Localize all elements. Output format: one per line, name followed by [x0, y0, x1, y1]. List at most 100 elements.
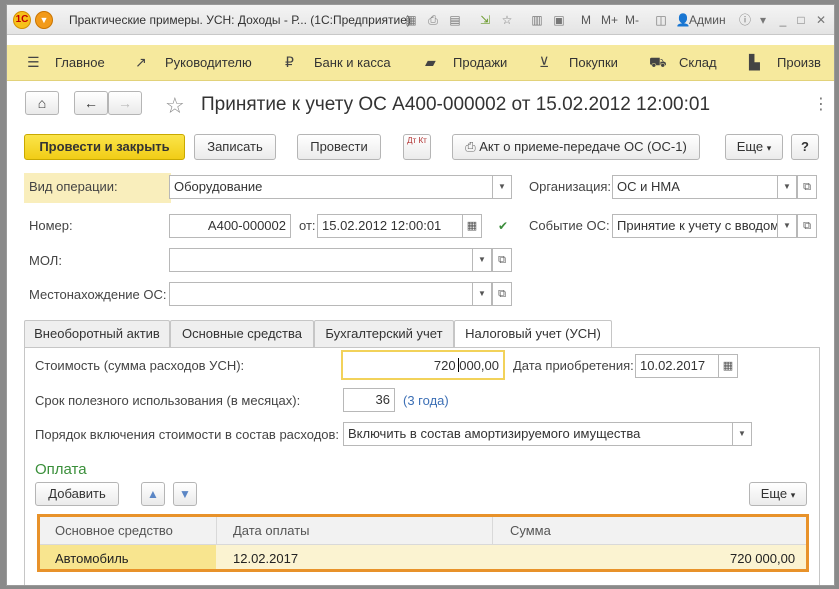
- link-icon[interactable]: ⇲: [477, 12, 493, 28]
- organization-open[interactable]: ⧉: [797, 175, 817, 199]
- mol-field[interactable]: [169, 248, 473, 272]
- section-purchases[interactable]: Покупки: [569, 55, 618, 70]
- print-icon[interactable]: ⎙: [425, 12, 441, 28]
- window-title: Практические примеры. УСН: Доходы - Р...…: [69, 13, 411, 27]
- star-icon[interactable]: ☆: [165, 93, 185, 119]
- grid-icon[interactable]: ▦: [403, 12, 419, 28]
- bag-icon: ▰: [425, 54, 436, 70]
- cell-date[interactable]: 12.02.2017: [233, 551, 298, 566]
- location-dropdown[interactable]: ▼: [472, 282, 492, 306]
- arrow-down-icon: ▼: [179, 487, 191, 501]
- act-print-button[interactable]: ⎙ Акт о приеме-передаче ОС (ОС-1): [452, 134, 700, 160]
- home-button[interactable]: ⌂: [25, 91, 59, 115]
- help-button[interactable]: ?: [791, 134, 819, 160]
- doc-icon[interactable]: ▤: [447, 12, 463, 28]
- calendar-icon: ▦: [466, 220, 478, 232]
- acquisition-date-label: Дата приобретения:: [513, 358, 634, 373]
- organization-field[interactable]: ОС и НМА: [612, 175, 778, 199]
- arrow-left-icon: ←: [84, 95, 98, 111]
- acquisition-calendar-button[interactable]: ▦: [718, 354, 738, 378]
- section-sales[interactable]: Продажи: [453, 55, 507, 70]
- more-vertical-icon[interactable]: ⋮: [813, 94, 829, 114]
- organization-dropdown[interactable]: ▼: [777, 175, 797, 199]
- arrow-right-icon: →: [118, 95, 132, 111]
- column-header-asset[interactable]: Основное средство: [55, 523, 173, 538]
- move-up-button[interactable]: ▲: [141, 482, 165, 506]
- section-production[interactable]: Произв: [777, 55, 821, 70]
- cell-asset[interactable]: Автомобиль: [55, 551, 129, 566]
- chevron-down-icon: ▼: [783, 182, 791, 191]
- chevron-down-icon: ▼: [478, 289, 486, 298]
- number-field[interactable]: А400-000002: [169, 214, 291, 238]
- memory-m[interactable]: M: [581, 13, 591, 27]
- operation-dropdown[interactable]: ▼: [492, 175, 512, 199]
- section-bank[interactable]: Банк и касса: [314, 55, 391, 70]
- location-open[interactable]: ⧉: [492, 282, 512, 306]
- chevron-down-icon: ▼: [783, 221, 791, 230]
- cart-icon: ⊻: [539, 54, 550, 70]
- calendar-icon[interactable]: ▥: [529, 12, 545, 28]
- event-field[interactable]: Принятие к учету с вводом: [612, 214, 778, 238]
- cost-field[interactable]: 720 000,00: [341, 350, 505, 380]
- open-window-icon: ⧉: [803, 181, 811, 193]
- organization-label: Организация:: [529, 179, 612, 194]
- column-separator: [492, 517, 493, 545]
- chevron-down-icon[interactable]: ▾: [755, 12, 771, 28]
- open-window-icon: ⧉: [803, 220, 811, 232]
- mol-open[interactable]: ⧉: [492, 248, 512, 272]
- chevron-down-icon: ▼: [478, 255, 486, 264]
- info-icon[interactable]: ⓘ: [737, 12, 753, 28]
- maximize-icon[interactable]: □: [793, 12, 809, 28]
- favorite-icon[interactable]: ☆: [499, 12, 515, 28]
- expense-order-label: Порядок включения стоимости в состав рас…: [35, 427, 340, 442]
- memory-m-plus[interactable]: M+: [601, 13, 618, 27]
- column-header-date[interactable]: Дата оплаты: [233, 523, 310, 538]
- add-button[interactable]: Добавить: [35, 482, 119, 506]
- save-button[interactable]: Записать: [194, 134, 276, 160]
- dt-kt-button[interactable]: Дт Кт: [403, 134, 431, 160]
- title-bar: 1С ▼ Практические примеры. УСН: Доходы -…: [7, 5, 834, 35]
- column-header-sum[interactable]: Сумма: [510, 523, 551, 538]
- payment-table: Основное средство Дата оплаты Сумма Авто…: [37, 514, 809, 572]
- useful-life-field[interactable]: 36: [343, 388, 395, 412]
- location-field[interactable]: [169, 282, 473, 306]
- sections-bar: ☰ Главное ↗ Руководителю ₽ Банк и касса …: [7, 45, 834, 81]
- section-main[interactable]: Главное: [55, 55, 105, 70]
- operation-field[interactable]: Оборудование: [169, 175, 493, 199]
- close-icon[interactable]: ✕: [813, 12, 829, 28]
- tab-tax-usn[interactable]: Налоговый учет (УСН): [454, 320, 612, 349]
- minimize-icon[interactable]: _: [775, 12, 791, 28]
- 1c-logo-icon[interactable]: 1С: [13, 11, 31, 29]
- main-menu-icon[interactable]: ▼: [35, 11, 53, 29]
- forward-button[interactable]: →: [108, 91, 142, 115]
- cell-sum[interactable]: 720 000,00: [730, 551, 795, 566]
- section-warehouse[interactable]: Склад: [679, 55, 717, 70]
- date-field[interactable]: 15.02.2012 12:00:01: [317, 214, 463, 238]
- post-and-close-button[interactable]: Провести и закрыть: [24, 134, 185, 160]
- post-button[interactable]: Провести: [297, 134, 381, 160]
- event-dropdown[interactable]: ▼: [777, 214, 797, 238]
- chevron-down-icon: ▼: [738, 429, 746, 438]
- date-calendar-button[interactable]: ▦: [462, 214, 482, 238]
- user-name[interactable]: Админ: [689, 13, 726, 27]
- tab-accounting[interactable]: Бухгалтерский учет: [314, 320, 454, 348]
- payment-more-button[interactable]: Еще ▾: [749, 482, 807, 506]
- move-down-button[interactable]: ▼: [173, 482, 197, 506]
- calendar-icon: ▦: [722, 360, 734, 372]
- open-window-icon: ⧉: [498, 254, 506, 266]
- page-title: Принятие к учету ОС А400-000002 от 15.02…: [201, 94, 711, 115]
- tab-fixed-assets[interactable]: Основные средства: [170, 320, 314, 348]
- tab-noncurrent-asset[interactable]: Внеоборотный актив: [24, 320, 170, 348]
- window-layout-icon[interactable]: ◫: [653, 12, 669, 28]
- more-button[interactable]: Еще ▾: [725, 134, 783, 160]
- expense-order-field[interactable]: Включить в состав амортизируемого имущес…: [343, 422, 733, 446]
- calendar31-icon[interactable]: ▣: [551, 12, 567, 28]
- section-manager[interactable]: Руководителю: [165, 55, 252, 70]
- memory-m-minus[interactable]: M-: [625, 13, 639, 27]
- acquisition-date-field[interactable]: 10.02.2017: [635, 354, 719, 378]
- event-open[interactable]: ⧉: [797, 214, 817, 238]
- arrow-up-icon: ▲: [147, 487, 159, 501]
- mol-dropdown[interactable]: ▼: [472, 248, 492, 272]
- back-button[interactable]: ←: [74, 91, 108, 115]
- expense-order-dropdown[interactable]: ▼: [732, 422, 752, 446]
